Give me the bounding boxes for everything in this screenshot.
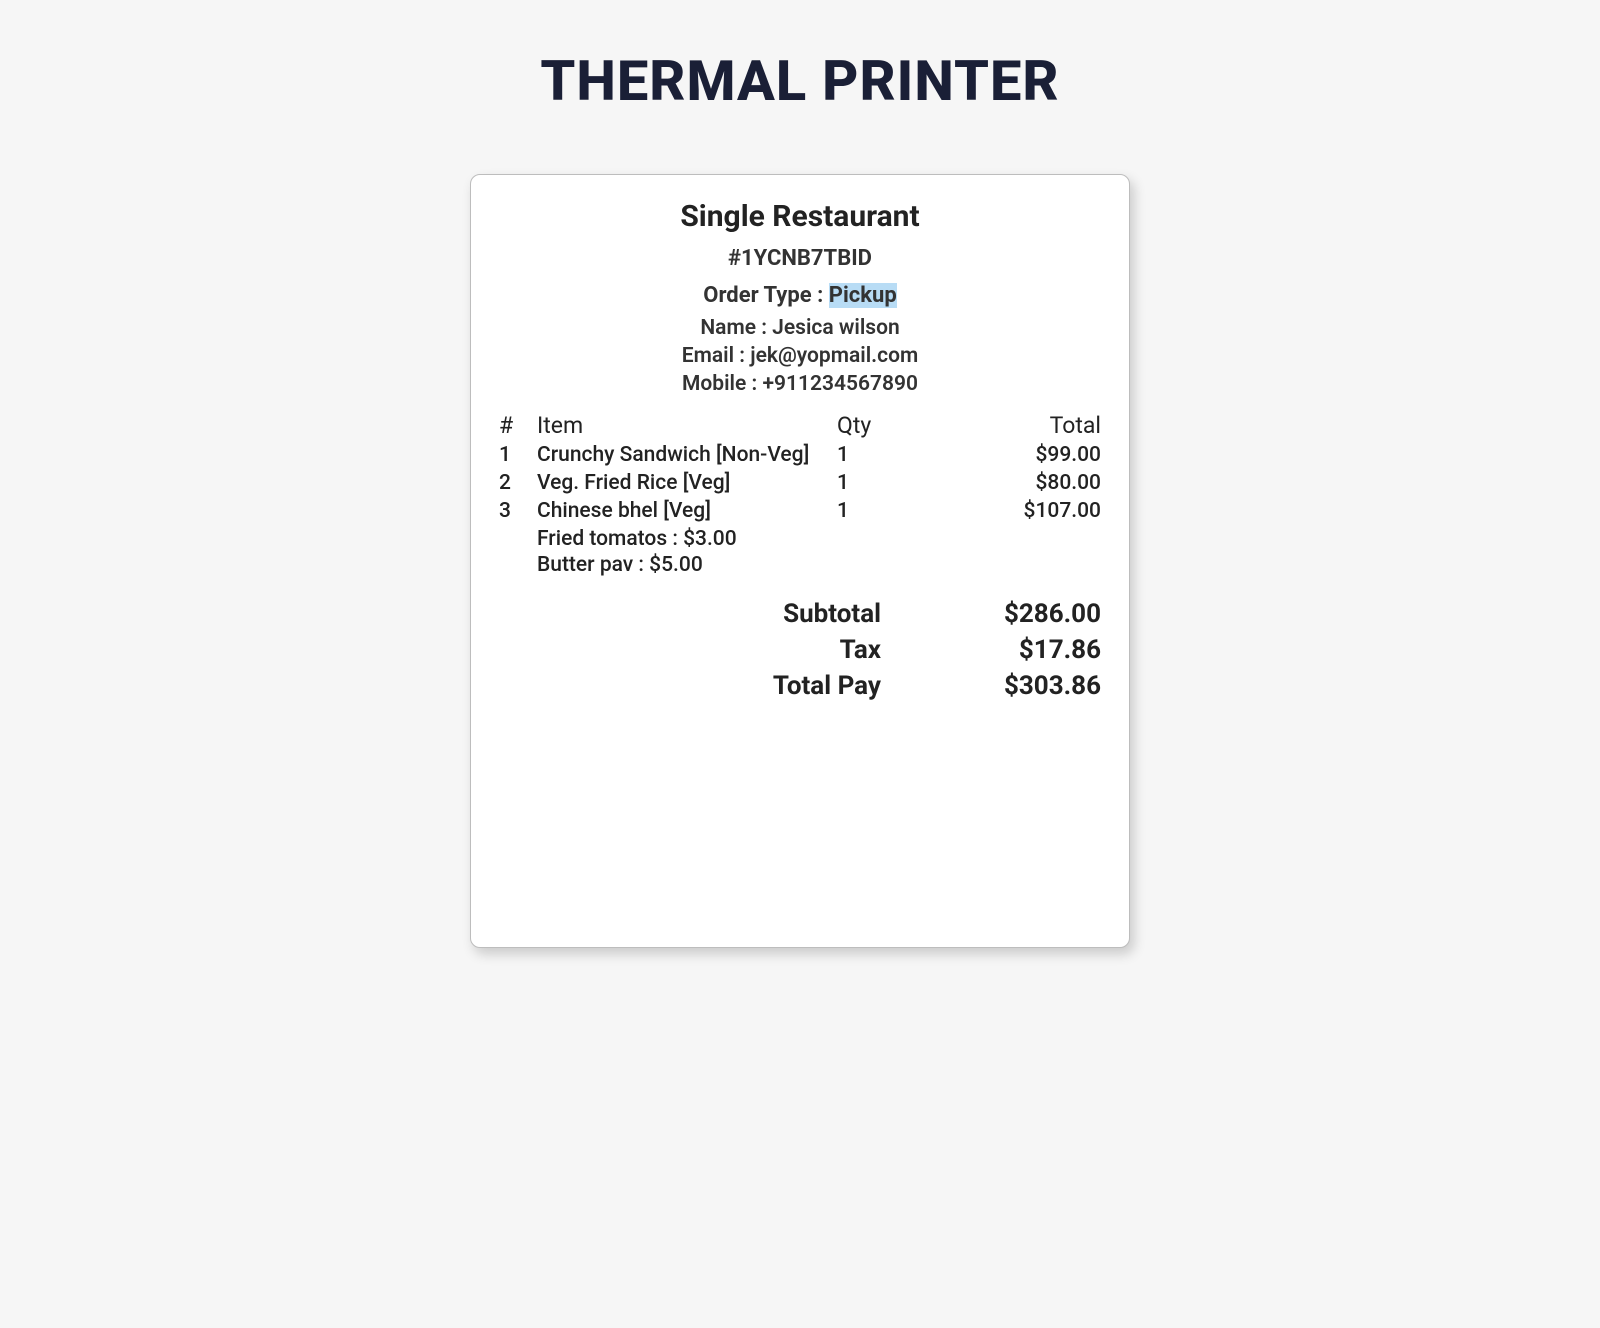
item-index: 2 xyxy=(499,469,537,497)
customer-name-line: Name : Jesica wilson xyxy=(499,316,1101,340)
subtotal-label: Subtotal xyxy=(783,599,951,629)
item-index: 3 xyxy=(499,497,537,525)
order-type-value: Pickup xyxy=(829,283,897,308)
item-qty: 1 xyxy=(837,469,907,497)
table-row: 3 Chinese bhel [Veg] 1 $107.00 xyxy=(499,497,1101,525)
item-total: $107.00 xyxy=(907,497,1101,525)
totalpay-label: Total Pay xyxy=(773,671,951,701)
item-name: Veg. Fried Rice [Veg] xyxy=(537,469,837,497)
header-item: Item xyxy=(537,410,837,441)
totals-section: Subtotal $286.00 Tax $17.86 Total Pay $3… xyxy=(499,599,1101,701)
subtotal-value: $286.00 xyxy=(951,599,1101,629)
restaurant-name: Single Restaurant xyxy=(499,199,1101,234)
receipt-card: Single Restaurant #1YCNB7TBID Order Type… xyxy=(470,174,1130,948)
item-qty: 1 xyxy=(837,497,907,525)
subtotal-row: Subtotal $286.00 xyxy=(537,599,1101,629)
customer-mobile-value: +911234567890 xyxy=(762,372,918,396)
table-row: 2 Veg. Fried Rice [Veg] 1 $80.00 xyxy=(499,469,1101,497)
customer-email-value: jek@yopmail.com xyxy=(750,344,918,368)
item-qty: 1 xyxy=(837,441,907,469)
customer-mobile-label: Mobile : xyxy=(682,372,762,396)
customer-email-label: Email : xyxy=(682,344,750,368)
extra-item: Fried tomatos : $3.00 xyxy=(537,527,1101,551)
customer-email-line: Email : jek@yopmail.com xyxy=(499,344,1101,368)
header-index: # xyxy=(499,410,537,441)
customer-mobile-line: Mobile : +911234567890 xyxy=(499,372,1101,396)
table-row: 1 Crunchy Sandwich [Non-Veg] 1 $99.00 xyxy=(499,441,1101,469)
order-id: #1YCNB7TBID xyxy=(499,246,1101,271)
item-total: $99.00 xyxy=(907,441,1101,469)
tax-value: $17.86 xyxy=(951,635,1101,665)
item-name: Chinese bhel [Veg] xyxy=(537,497,837,525)
tax-row: Tax $17.86 xyxy=(537,635,1101,665)
page-title: THERMAL PRINTER xyxy=(0,0,1600,114)
order-type-line: Order Type : Pickup xyxy=(499,283,1101,308)
extras-list: Fried tomatos : $3.00 Butter pav : $5.00 xyxy=(499,527,1101,577)
item-index: 1 xyxy=(499,441,537,469)
items-table: # Item Qty Total 1 Crunchy Sandwich [Non… xyxy=(499,410,1101,525)
totalpay-value: $303.86 xyxy=(951,671,1101,701)
header-total: Total xyxy=(907,410,1101,441)
header-qty: Qty xyxy=(837,410,907,441)
totalpay-row: Total Pay $303.86 xyxy=(537,671,1101,701)
receipt-header: Single Restaurant #1YCNB7TBID Order Type… xyxy=(499,199,1101,396)
customer-name-value: Jesica wilson xyxy=(772,316,900,340)
extra-item: Butter pav : $5.00 xyxy=(537,553,1101,577)
item-name: Crunchy Sandwich [Non-Veg] xyxy=(537,441,837,469)
tax-label: Tax xyxy=(840,635,951,665)
customer-name-label: Name : xyxy=(700,316,772,340)
item-total: $80.00 xyxy=(907,469,1101,497)
order-type-label: Order Type : xyxy=(703,283,829,308)
